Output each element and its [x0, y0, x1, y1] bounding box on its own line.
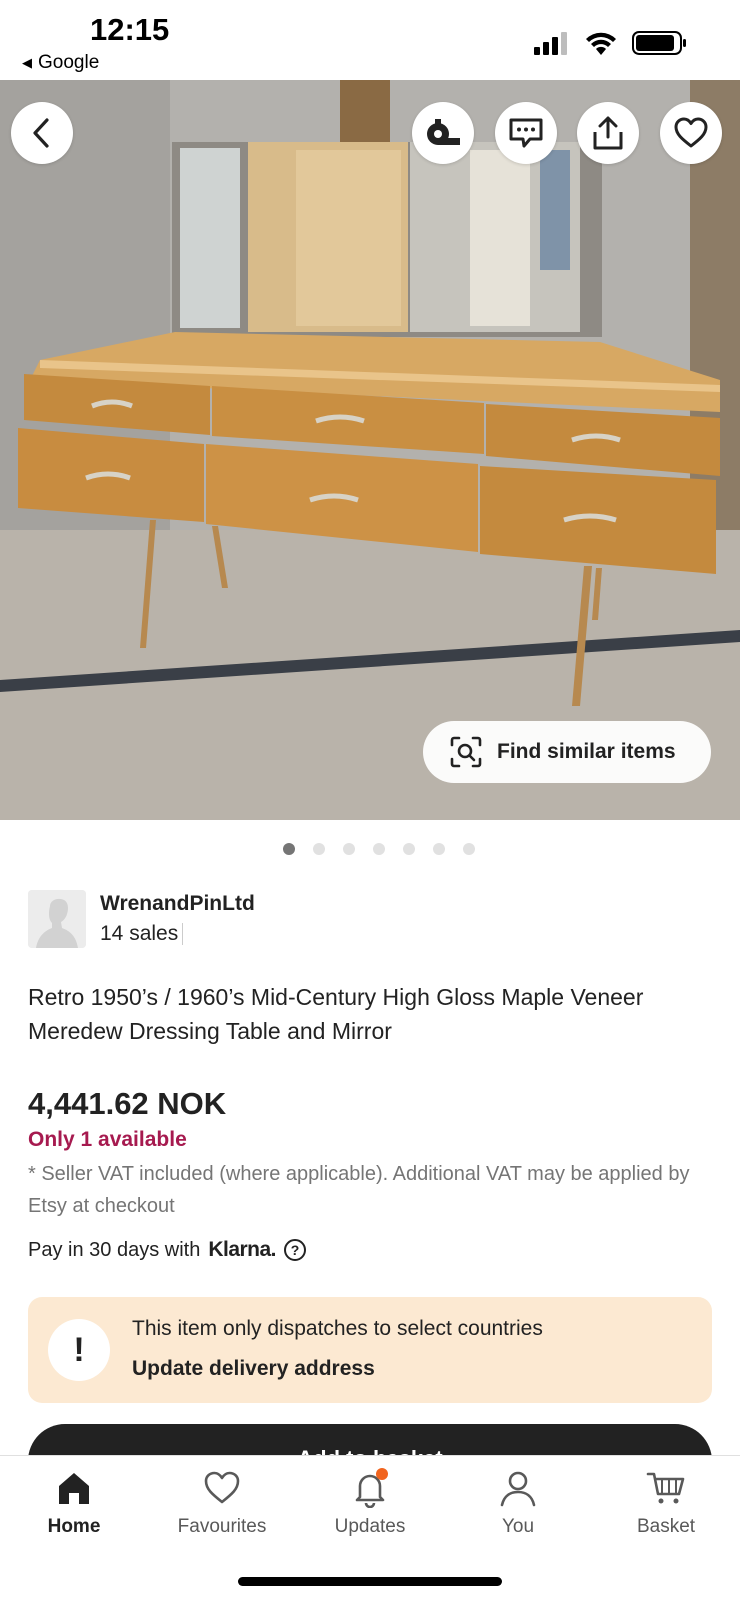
tab-favourites[interactable]: Favourites — [148, 1468, 296, 1538]
tab-home-label: Home — [47, 1516, 101, 1537]
carousel-dot[interactable] — [463, 843, 475, 855]
find-similar-label: Find similar items — [497, 740, 676, 763]
divider — [182, 923, 184, 946]
listing-title: Retro 1950’s / 1960’s Mid-Century High G… — [28, 984, 644, 1044]
help-icon[interactable]: ? — [284, 1239, 307, 1261]
default-avatar-icon — [28, 890, 86, 948]
tab-you-label: You — [501, 1516, 535, 1537]
status-icons — [534, 30, 688, 56]
carousel-dot[interactable] — [433, 843, 445, 855]
carousel-pagination — [0, 843, 740, 855]
availability-label: Only 1 available — [28, 1128, 187, 1151]
share-icon — [593, 116, 623, 150]
visual-search-icon — [450, 736, 482, 768]
dispatch-notice: ! This item only dispatches to select co… — [28, 1297, 712, 1403]
klarna-text: Pay in 30 days with — [28, 1238, 201, 1261]
tab-favourites-label: Favourites — [177, 1516, 267, 1537]
chevron-left-icon — [33, 118, 49, 148]
cart-icon — [646, 1472, 685, 1504]
home-indicator — [238, 1577, 502, 1586]
back-button[interactable] — [11, 102, 73, 164]
seller-sales-count: 14 sales — [100, 922, 179, 945]
carousel-dot[interactable] — [373, 843, 385, 855]
seller-avatar[interactable] — [28, 890, 86, 948]
back-app-label: Google — [38, 52, 100, 73]
tab-you[interactable]: You — [444, 1468, 592, 1538]
product-image-carousel[interactable]: Find similar items — [0, 80, 740, 820]
home-icon — [59, 1473, 89, 1504]
heart-icon — [204, 1471, 240, 1504]
bell-icon — [355, 1468, 388, 1508]
update-delivery-address-link[interactable]: Update delivery address — [132, 1357, 375, 1381]
tab-home[interactable]: Home — [0, 1468, 148, 1538]
chat-bubble-icon — [509, 118, 543, 148]
product-photo — [0, 80, 740, 820]
tab-updates-label: Updates — [334, 1516, 406, 1537]
favourite-button[interactable] — [660, 102, 722, 164]
tab-updates[interactable]: Updates — [296, 1468, 444, 1538]
seller-name[interactable]: WrenandPinLtd — [100, 892, 255, 916]
back-to-app-link[interactable]: ◀ Google — [22, 52, 99, 74]
heart-icon — [674, 117, 708, 148]
notification-dot — [376, 1468, 388, 1480]
person-icon — [500, 1471, 536, 1507]
alert-icon: ! — [48, 1319, 110, 1381]
find-similar-button[interactable]: Find similar items — [423, 721, 711, 783]
status-bar: 12:15 ◀ Google — [0, 0, 740, 80]
carousel-dot[interactable] — [343, 843, 355, 855]
message-seller-button[interactable] — [495, 102, 557, 164]
tape-measure-icon — [427, 119, 460, 145]
klarna-logo: Klarna. — [208, 1238, 277, 1261]
wifi-icon — [586, 32, 616, 55]
tab-basket[interactable]: Basket — [592, 1468, 740, 1538]
carousel-dot[interactable] — [283, 843, 295, 855]
dispatch-message: This item only dispatches to select coun… — [132, 1317, 543, 1340]
vat-note: * Seller VAT included (where applicable)… — [28, 1163, 690, 1217]
back-triangle-icon: ◀ — [22, 55, 32, 70]
seller-info[interactable]: WrenandPinLtd 14 sales — [28, 890, 255, 948]
carousel-dot[interactable] — [403, 843, 415, 855]
listing-price: 4,441.62 NOK — [28, 1086, 227, 1121]
share-button[interactable] — [577, 102, 639, 164]
battery-icon — [632, 31, 686, 55]
carousel-dot[interactable] — [313, 843, 325, 855]
tab-basket-label: Basket — [636, 1516, 696, 1537]
klarna-payment-info: Pay in 30 days with Klarna. ? — [28, 1238, 307, 1262]
cellular-signal-icon — [534, 32, 567, 55]
status-clock: 12:15 — [90, 12, 170, 47]
measure-button[interactable] — [412, 102, 474, 164]
